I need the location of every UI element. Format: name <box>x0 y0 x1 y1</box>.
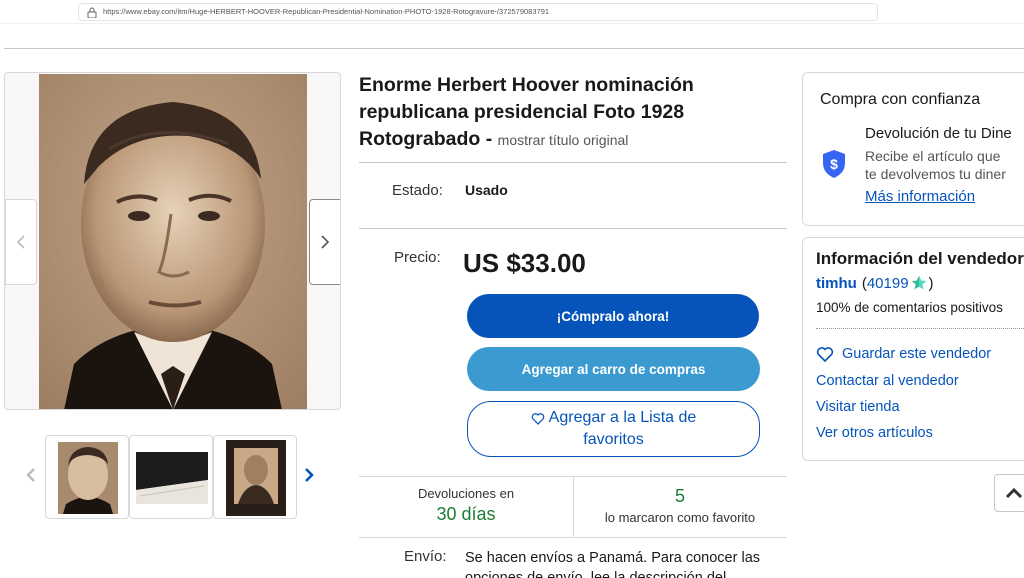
buy-now-label: ¡Cómpralo ahora! <box>556 308 670 324</box>
svg-text:$: $ <box>830 156 838 172</box>
dotted-divider <box>816 328 1024 329</box>
contact-seller-link[interactable]: Contactar al vendedor <box>816 373 959 389</box>
money-back-heading: Devolución de tu Dine <box>865 125 1012 142</box>
scroll-to-top-button[interactable] <box>994 474 1024 512</box>
chevron-right-icon <box>305 468 314 482</box>
main-image-viewer[interactable] <box>4 72 341 410</box>
watchlist-label-line2: favoritos <box>583 431 644 448</box>
returns-value: 30 días <box>436 504 496 524</box>
prev-image-button[interactable] <box>5 199 37 285</box>
next-image-button[interactable] <box>309 199 340 285</box>
buy-now-button[interactable]: ¡Cómpralo ahora! <box>467 294 759 338</box>
chevron-left-icon <box>16 235 25 249</box>
seller-identity: timhu ( 40199 ) <box>816 274 934 292</box>
url-text: https://www.ebay.com/itm/Huge-HERBERT-HO… <box>103 7 550 16</box>
buy-with-confidence-panel: Compra con confianza Devolución de tu Di… <box>802 72 1024 226</box>
condition-value: Usado <box>465 182 508 198</box>
watch-count-label: lo marcaron como favorito <box>604 510 756 525</box>
thumbnail-3[interactable] <box>213 435 297 519</box>
returns-title: Devoluciones en <box>417 486 515 501</box>
save-seller-link[interactable]: Guardar este vendedor <box>816 346 991 362</box>
thumbs-next-button[interactable] <box>302 465 316 485</box>
seller-panel-title: Información del vendedor <box>816 249 1024 268</box>
price-label: Precio: <box>394 249 441 266</box>
add-to-cart-label: Agregar al carro de compras <box>521 361 706 377</box>
thumbs-prev-button[interactable] <box>24 465 38 485</box>
heart-icon <box>816 347 834 362</box>
condition-label: Estado: <box>392 182 443 199</box>
feedback-score-link[interactable]: 40199 <box>867 275 909 292</box>
thumbnail-2[interactable] <box>129 435 213 519</box>
star-icon <box>911 275 926 290</box>
show-original-title-link[interactable]: mostrar título original <box>498 132 629 148</box>
money-back-desc-line1: Recibe el artículo que <box>865 148 1001 164</box>
thumbnail-1[interactable] <box>45 435 129 519</box>
listing-stats: Devoluciones en 30 días 5 lo marcaron co… <box>359 476 787 538</box>
close-paren: ) <box>928 274 934 292</box>
money-back-desc-line2: te devolvemos tu diner <box>865 166 1006 182</box>
divider <box>359 228 787 229</box>
seller-info-panel: Información del vendedor timhu ( 40199 )… <box>802 237 1024 461</box>
shipping-text: Se hacen envíos a Panamá. Para conocer l… <box>465 550 761 578</box>
save-seller-label: Guardar este vendedor <box>842 346 992 362</box>
trust-panel-title: Compra con confianza <box>820 91 981 108</box>
listing-photo <box>39 74 307 409</box>
shipping-label: Envío: <box>404 548 447 565</box>
seller-name-link[interactable]: timhu <box>816 275 857 292</box>
price-value: US $33.00 <box>463 248 586 278</box>
listing-title: Enorme Herbert Hoover nominación republi… <box>359 72 779 154</box>
positive-feedback: 100% de comentarios positivos <box>816 300 1003 315</box>
watch-count: 5 <box>674 486 685 506</box>
other-items-link[interactable]: Ver otros artículos <box>816 425 933 441</box>
chevron-left-icon <box>26 468 35 482</box>
shield-dollar-icon: $ <box>823 150 845 178</box>
address-bar[interactable]: https://www.ebay.com/itm/Huge-HERBERT-HO… <box>78 3 878 21</box>
header-divider <box>4 48 1024 49</box>
thumbnail-photo <box>134 450 210 506</box>
visit-store-link[interactable]: Visitar tienda <box>816 399 900 415</box>
more-info-link[interactable]: Más información <box>865 188 975 205</box>
thumbnail-photo <box>58 442 118 514</box>
add-to-cart-button[interactable]: Agregar al carro de compras <box>467 347 760 391</box>
toolbar-separator <box>0 23 1024 24</box>
watchlist-label-line1: Agregar a la Lista de <box>548 409 697 426</box>
heart-icon <box>531 412 544 425</box>
lock-icon <box>87 7 97 18</box>
thumbnail-photo <box>226 440 286 516</box>
chevron-right-icon <box>321 235 330 249</box>
divider <box>359 162 787 163</box>
add-to-watchlist-button[interactable]: Agregar a la Lista de favoritos <box>467 401 760 457</box>
chevron-up-icon <box>1005 487 1023 499</box>
